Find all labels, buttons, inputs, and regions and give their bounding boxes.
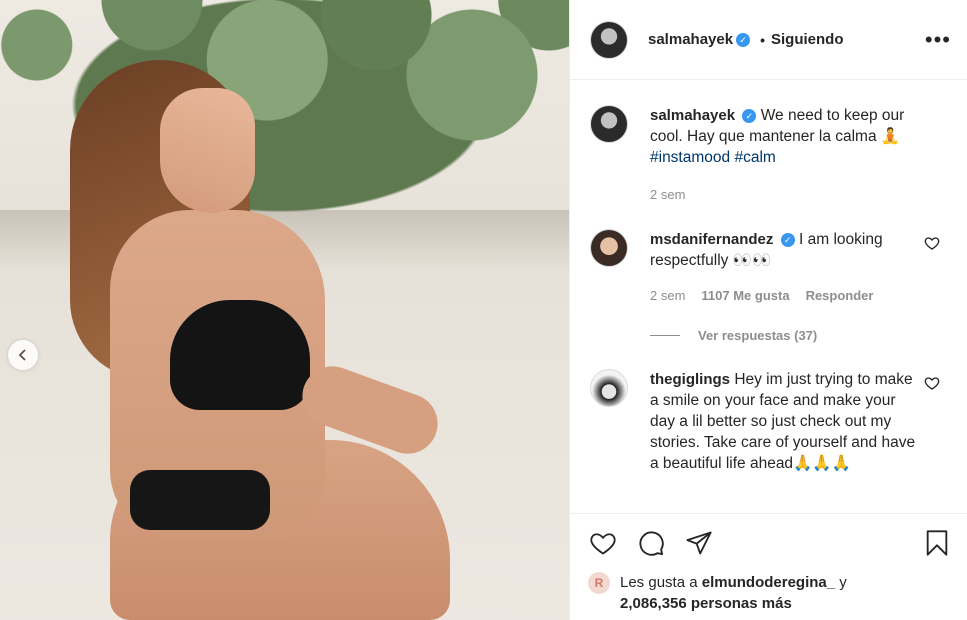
post-photo[interactable] xyxy=(0,0,569,620)
verified-icon: ✓ xyxy=(736,32,751,47)
post-header: salmahayek ✓ • Siguiendo ••• xyxy=(570,0,967,80)
hashtag-calm[interactable]: #calm xyxy=(734,149,775,166)
post-actions: R Les gusta a elmundoderegina_ y 2,086,3… xyxy=(570,513,967,620)
comments-list[interactable]: salmahayek ✓ We need to keep our cool. H… xyxy=(570,81,967,513)
more-icon[interactable]: ••• xyxy=(925,28,951,50)
caption-meta: 2 sem xyxy=(650,184,922,205)
carousel-prev-button[interactable] xyxy=(8,340,38,370)
bookmark-icon xyxy=(926,530,948,556)
comment-item: thegiglings Hey im just trying to make a… xyxy=(590,369,952,474)
separator-dot: • xyxy=(760,31,765,48)
caption-username[interactable]: salmahayek xyxy=(650,107,735,124)
comment-time[interactable]: 2 sem xyxy=(650,285,685,306)
caption-time[interactable]: 2 sem xyxy=(650,184,685,205)
comment-username[interactable]: thegiglings xyxy=(650,371,730,388)
view-replies-label: Ver respuestas (37) xyxy=(698,328,818,343)
author-username[interactable]: salmahayek xyxy=(648,31,733,48)
replies-divider xyxy=(650,335,680,336)
reply-button[interactable]: Responder xyxy=(806,285,874,306)
photo-face xyxy=(160,88,255,213)
likes-others[interactable]: 2,086,356 personas más xyxy=(620,595,792,612)
verified-icon: ✓ xyxy=(742,109,757,123)
follow-status-button[interactable]: Siguiendo xyxy=(771,31,844,48)
heart-icon[interactable] xyxy=(924,235,940,251)
action-icons xyxy=(588,528,952,558)
photo-swimsuit-top xyxy=(170,300,310,410)
liker-username[interactable]: elmundoderegina_ xyxy=(702,574,835,591)
caption-body: salmahayek ✓ We need to keep our cool. H… xyxy=(650,105,922,205)
chevron-left-icon xyxy=(18,349,26,361)
comment-likes[interactable]: 1107 Me gusta xyxy=(701,285,789,306)
likes-text: Les gusta a elmundoderegina_ y 2,086,356… xyxy=(620,572,847,614)
comment-button[interactable] xyxy=(636,528,666,558)
view-replies-button[interactable]: Ver respuestas (37) xyxy=(650,328,952,343)
comment-meta: 2 sem 1107 Me gusta Responder xyxy=(650,285,922,306)
likes-prefix: Les gusta a xyxy=(620,574,698,591)
heart-icon[interactable] xyxy=(924,375,940,391)
commenter-avatar[interactable] xyxy=(590,229,628,267)
verified-icon: ✓ xyxy=(780,233,795,247)
commenter-avatar[interactable] xyxy=(590,369,628,407)
like-button[interactable] xyxy=(588,528,618,558)
author-name-wrap: salmahayek ✓ • Siguiendo xyxy=(648,31,843,48)
likes-summary[interactable]: R Les gusta a elmundoderegina_ y 2,086,3… xyxy=(588,572,952,614)
comment-icon xyxy=(639,531,664,556)
author-avatar[interactable] xyxy=(590,20,628,59)
liker-avatar[interactable]: R xyxy=(588,572,610,594)
post-side-panel: salmahayek ✓ • Siguiendo ••• salmahayek … xyxy=(569,0,967,620)
comment-body: thegiglings Hey im just trying to make a… xyxy=(650,369,922,474)
comment-item: msdanifernandez ✓ I am looking respectfu… xyxy=(590,229,952,306)
photo-swimsuit-bottom xyxy=(130,470,270,530)
hashtag-instamood[interactable]: #instamood xyxy=(650,149,730,166)
likes-conjunction: y xyxy=(839,574,847,591)
share-icon xyxy=(686,531,712,555)
comment-username[interactable]: msdanifernandez xyxy=(650,231,773,248)
comment-body: msdanifernandez ✓ I am looking respectfu… xyxy=(650,229,922,306)
caption-avatar[interactable] xyxy=(590,105,628,143)
caption: salmahayek ✓ We need to keep our cool. H… xyxy=(590,105,952,205)
heart-icon xyxy=(590,533,616,555)
share-button[interactable] xyxy=(684,528,714,558)
save-button[interactable] xyxy=(922,528,952,558)
